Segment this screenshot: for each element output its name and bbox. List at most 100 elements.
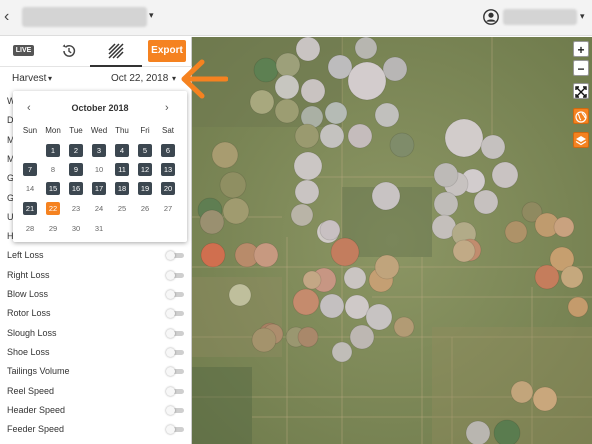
calendar-day[interactable]: 22 bbox=[46, 202, 60, 215]
layer-label: Shoe Loss bbox=[7, 346, 50, 357]
pivot-field bbox=[294, 123, 320, 149]
pivot-field bbox=[504, 220, 528, 244]
chevron-down-icon[interactable]: ▾ bbox=[149, 10, 154, 21]
layer-toggle[interactable] bbox=[166, 425, 184, 435]
calendar-day[interactable]: 19 bbox=[138, 182, 152, 195]
layer-toggle[interactable] bbox=[166, 328, 184, 338]
weekday-label: Fri bbox=[140, 126, 150, 135]
layer-row[interactable]: Blow Loss bbox=[0, 286, 192, 305]
calendar-day[interactable]: 20 bbox=[161, 182, 175, 195]
calendar-day[interactable]: 2 bbox=[69, 144, 83, 157]
map-layers-button[interactable] bbox=[573, 132, 589, 148]
layer-toggle[interactable] bbox=[166, 290, 184, 299]
pivot-field bbox=[249, 89, 275, 115]
tab-layers[interactable] bbox=[90, 37, 142, 67]
fullscreen-button[interactable] bbox=[573, 83, 589, 99]
layer-toggle[interactable] bbox=[166, 270, 184, 280]
calendar-day[interactable]: 15 bbox=[46, 182, 60, 195]
chevron-down-icon[interactable]: ▾ bbox=[172, 74, 176, 83]
chevron-down-icon[interactable]: ▾ bbox=[580, 11, 585, 22]
arrow-icon bbox=[181, 59, 228, 99]
calendar-day[interactable]: 8 bbox=[46, 163, 60, 176]
calendar-day[interactable]: 18 bbox=[115, 182, 129, 195]
layer-label: Tailings Volume bbox=[7, 366, 70, 377]
calendar-day[interactable]: 17 bbox=[92, 182, 106, 195]
fullscreen-icon bbox=[575, 86, 587, 98]
pivot-field bbox=[274, 98, 300, 124]
calendar-day[interactable]: 30 bbox=[69, 222, 83, 235]
calendar-day[interactable]: 9 bbox=[69, 163, 83, 176]
back-icon[interactable]: ‹ bbox=[4, 8, 18, 26]
pivot-field bbox=[433, 191, 459, 217]
user-name-redacted[interactable] bbox=[503, 9, 577, 25]
calendar-day[interactable]: 5 bbox=[138, 144, 152, 157]
layer-toggle[interactable] bbox=[166, 367, 184, 377]
calendar-day[interactable]: 11 bbox=[115, 163, 129, 176]
pivot-field bbox=[473, 189, 499, 215]
calendar-day[interactable]: 3 bbox=[92, 144, 106, 157]
globe-icon bbox=[575, 111, 587, 123]
layer-row[interactable]: Tailings Volume bbox=[0, 363, 192, 382]
calendar-day[interactable]: 1 bbox=[46, 144, 60, 157]
pivot-field bbox=[330, 237, 360, 267]
calendar-day[interactable]: 10 bbox=[92, 163, 106, 176]
calendar-day[interactable]: 24 bbox=[92, 202, 106, 215]
calendar-day[interactable]: 27 bbox=[161, 202, 175, 215]
calendar-day[interactable]: 21 bbox=[23, 202, 37, 215]
layer-row[interactable]: Left Loss bbox=[0, 247, 192, 266]
layer-label: Blow Loss bbox=[7, 289, 49, 299]
layer-toggle[interactable] bbox=[166, 309, 184, 319]
layer-row[interactable]: Reel Speed bbox=[0, 383, 192, 402]
next-month-button[interactable]: › bbox=[165, 102, 169, 114]
zoom-in-button[interactable]: + bbox=[573, 41, 589, 57]
weekday-label: Sat bbox=[161, 126, 174, 135]
calendar-day[interactable]: 28 bbox=[23, 222, 37, 235]
layer-row[interactable]: Slough Loss bbox=[0, 325, 192, 344]
calendar-day[interactable]: 26 bbox=[138, 202, 152, 215]
history-icon[interactable] bbox=[60, 42, 78, 60]
calendar-day[interactable]: 25 bbox=[115, 202, 129, 215]
pivot-field bbox=[465, 420, 491, 444]
calendar-day[interactable]: 31 bbox=[92, 222, 106, 235]
globe-button[interactable] bbox=[573, 108, 589, 124]
calendar-day[interactable]: 7 bbox=[23, 163, 37, 176]
user-icon[interactable] bbox=[483, 9, 499, 25]
calendar-month-title: October 2018 bbox=[71, 103, 129, 113]
calendar-day[interactable]: 12 bbox=[138, 163, 152, 176]
calendar-day[interactable]: 6 bbox=[161, 144, 175, 157]
calendar-day[interactable]: 14 bbox=[23, 182, 37, 195]
layer-row[interactable]: Feeder Speed bbox=[0, 421, 192, 440]
layer-row[interactable]: Shoe Loss bbox=[0, 344, 192, 363]
zoom-out-button[interactable]: − bbox=[573, 60, 589, 76]
satellite-map[interactable]: + − bbox=[192, 37, 592, 444]
layer-row[interactable]: Right Loss bbox=[0, 267, 192, 286]
layer-label: Feeder Speed bbox=[7, 424, 65, 435]
farm-name-redacted[interactable] bbox=[22, 7, 147, 27]
pivot-field bbox=[491, 161, 519, 189]
calendar-day[interactable]: 16 bbox=[69, 182, 83, 195]
layer-toggle[interactable] bbox=[166, 347, 184, 357]
calendar-day[interactable]: 29 bbox=[46, 222, 60, 235]
layer-toggle[interactable] bbox=[166, 251, 184, 261]
pivot-field bbox=[344, 294, 370, 320]
live-tab[interactable]: LIVE bbox=[13, 45, 34, 56]
layer-row[interactable]: Header Speed bbox=[0, 402, 192, 421]
pivot-field bbox=[297, 326, 319, 348]
calendar-day[interactable]: 13 bbox=[161, 163, 175, 176]
calendar-day[interactable]: 23 bbox=[69, 202, 83, 215]
layer-row[interactable]: Rotor Loss bbox=[0, 305, 192, 324]
date-select[interactable]: Oct 22, 2018 bbox=[111, 73, 168, 84]
pivot-field bbox=[222, 197, 250, 225]
pivot-field bbox=[219, 171, 247, 199]
chevron-down-icon[interactable]: ▾ bbox=[48, 74, 52, 83]
harvest-select[interactable]: Harvest bbox=[12, 73, 46, 84]
calendar-day[interactable]: 4 bbox=[115, 144, 129, 157]
layer-toggle[interactable] bbox=[166, 405, 184, 415]
pivot-field bbox=[295, 37, 321, 62]
top-bar: ‹ ▾ ▾ bbox=[0, 0, 592, 36]
pivot-field bbox=[294, 179, 320, 205]
weekday-label: Sun bbox=[22, 126, 38, 135]
map-canvas[interactable] bbox=[192, 37, 592, 444]
pivot-field bbox=[347, 123, 373, 149]
layer-toggle[interactable] bbox=[166, 386, 184, 396]
